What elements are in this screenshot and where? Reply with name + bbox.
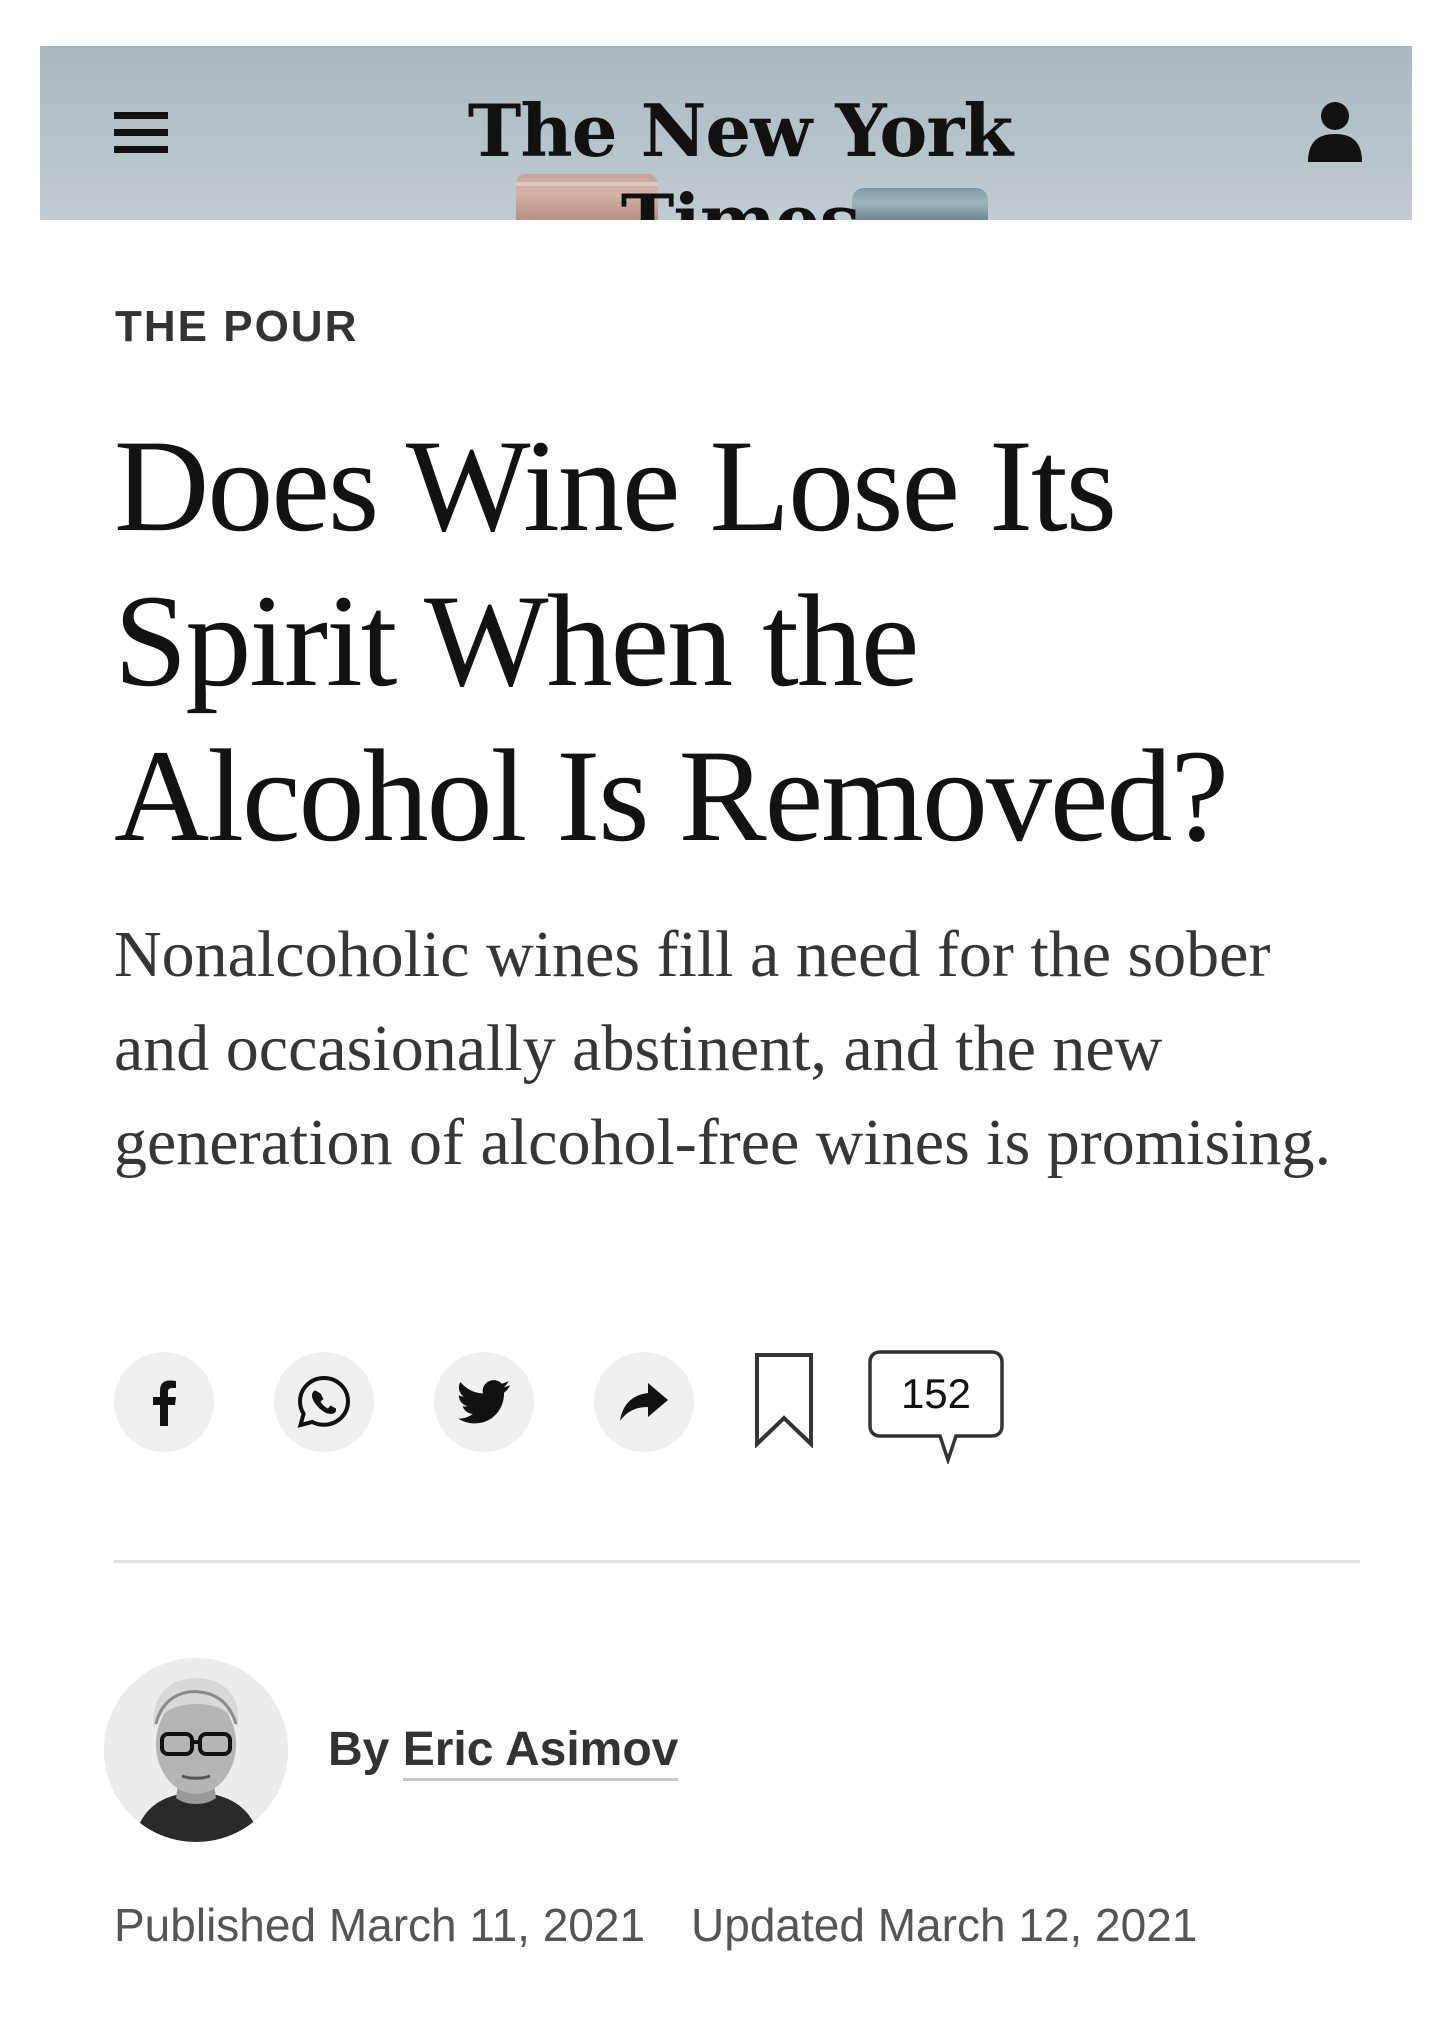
bookmark-icon[interactable] (754, 1352, 814, 1448)
byline-prefix: By (328, 1723, 390, 1776)
comment-count: 152 (900, 1370, 972, 1417)
updated-date: Updated March 12, 2021 (691, 1899, 1198, 1951)
twitter-icon (458, 1380, 510, 1424)
facebook-icon (153, 1380, 176, 1426)
section-kicker[interactable]: THE POUR (115, 302, 358, 352)
headline-line: Alcohol Is Removed? (114, 722, 1229, 869)
share-arrow-icon (620, 1383, 668, 1421)
share-more-button[interactable] (594, 1352, 694, 1452)
byline: By Eric Asimov (328, 1722, 679, 1781)
hamburger-menu-icon[interactable] (114, 112, 168, 154)
user-account-icon[interactable] (1306, 100, 1364, 164)
published-date: Published March 11, 2021 (114, 1899, 646, 1951)
masthead: The New York Times (40, 46, 1412, 220)
article-dates: Published March 11, 2021 Updated March 12… (114, 1898, 1197, 1952)
author-avatar[interactable] (104, 1658, 288, 1842)
headline-line: Does Wine Lose Its (114, 412, 1117, 559)
author-link[interactable]: Eric Asimov (402, 1723, 679, 1781)
headline: Does Wine Lose Its Spirit When the Alcoh… (114, 408, 1314, 873)
twitter-share-button[interactable] (434, 1352, 534, 1452)
facebook-share-button[interactable] (114, 1352, 214, 1452)
author-photo (104, 1658, 288, 1842)
divider (114, 1560, 1360, 1563)
whatsapp-icon (297, 1375, 351, 1428)
whatsapp-share-button[interactable] (274, 1352, 374, 1452)
nyt-logo[interactable]: The New York Times (380, 86, 1100, 220)
headline-line: Spirit When the (114, 567, 919, 714)
comments-button[interactable]: 152 (868, 1350, 1004, 1464)
article-summary: Nonalcoholic wines fill a need for the s… (114, 918, 1331, 1179)
